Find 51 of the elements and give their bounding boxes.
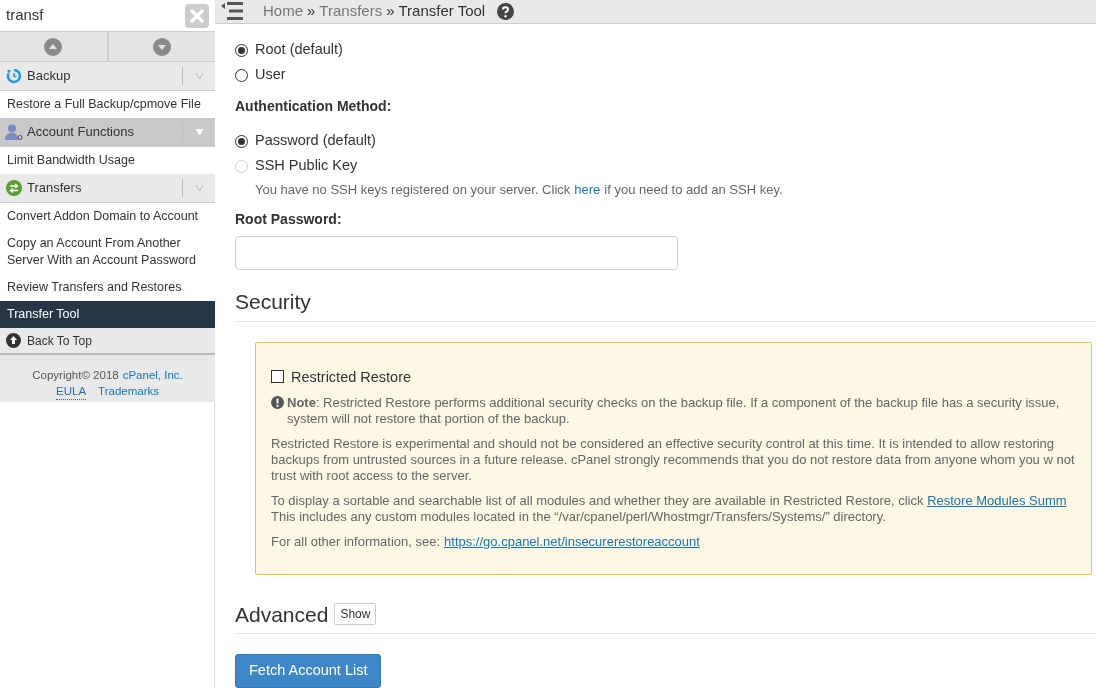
breadcrumb-link[interactable]: Transfer Tool [398, 0, 486, 23]
clock-refresh-icon [5, 68, 22, 84]
menu-collapse-icon[interactable] [221, 2, 243, 21]
section-label: Authentication Method: [235, 96, 393, 116]
breadcrumb-separator: » [386, 1, 395, 21]
caret-down-icon [152, 37, 171, 56]
paragraph-text: To display a sortable and searchable list of all modules and whether they are available in Restricted Restore, click Restore Modules Summ This includes any custom modules located in the “/var/cpanel/perl/Whostmgr/Transfers/Systems/” directory. [271, 492, 1068, 525]
clear-search-button[interactable] [185, 3, 209, 28]
hint-text: if you need to add an SSH key. [604, 180, 783, 199]
radio-label: Root (default) [255, 40, 343, 60]
arrow-up-icon[interactable] [6, 333, 21, 348]
copyright-text: Copyright© 2018 [32, 368, 119, 383]
show-button[interactable]: Show [334, 603, 377, 626]
here-link[interactable]: here [574, 179, 601, 199]
chevron-down-icon[interactable] [194, 72, 204, 80]
note-text: Note: Restricted Restore performs additional security checks on the backup file. If a component of the backup file has a security issue, system will not restore that portion of the backup. [287, 394, 1061, 427]
exclamation-icon [271, 395, 284, 409]
breadcrumb-separator: » [307, 1, 316, 21]
footer-link[interactable]: Trademarks [98, 383, 159, 400]
sidebar-section[interactable]: Transfers [0, 174, 215, 203]
sidebar-section[interactable]: Backup [0, 62, 215, 91]
section-heading: Advanced [235, 601, 329, 628]
user-gear-icon [4, 124, 23, 140]
field-label: Root Password: [235, 210, 343, 229]
info-link[interactable]: https://go.cpanel.net/insecurerestoreaccount [444, 533, 700, 550]
section-heading: Security [235, 286, 1096, 322]
breadcrumb-link[interactable]: Transfers [319, 0, 383, 23]
sidebar-link[interactable]: Transfer Tool [0, 301, 215, 328]
checkbox[interactable] [271, 370, 284, 383]
radio-button[interactable] [235, 134, 248, 148]
password-field[interactable] [235, 236, 678, 270]
caret-up-icon [44, 37, 63, 56]
fetch-account-list-button[interactable]: Fetch Account List [235, 654, 382, 688]
paragraph-text: Restricted Restore is experimental and should not be considered an effective security control at this time. It is intended to allow restoring backups from untrusted sources in a future release. cPanel strongly recommends that you do not restore data from anyone whom you w not trust with root access to the server. [271, 435, 1076, 484]
close-icon [190, 8, 204, 23]
help-icon[interactable] [497, 2, 515, 20]
info-text: For all other information, see: [271, 533, 441, 550]
exchange-icon [5, 180, 22, 196]
company-link[interactable]: cPanel, Inc. [122, 367, 183, 383]
footer-link[interactable]: EULA [56, 383, 87, 400]
radio-label: SSH Public Key [255, 156, 358, 176]
modules-summary-link[interactable]: Restore Modules Summ [927, 492, 1067, 508]
hint-text: You have no SSH keys registered on your server. Click [255, 180, 571, 199]
sidebar-section[interactable]: Account Functions [0, 118, 215, 147]
checkbox-label: Restricted Restore [291, 368, 412, 385]
chevron-down-icon[interactable] [194, 184, 204, 192]
radio-label: Password (default) [255, 131, 376, 151]
breadcrumb-link[interactable]: Home [263, 0, 303, 23]
radio-label: User [255, 65, 286, 85]
radio-button[interactable] [235, 68, 248, 82]
radio-button[interactable] [235, 43, 248, 57]
